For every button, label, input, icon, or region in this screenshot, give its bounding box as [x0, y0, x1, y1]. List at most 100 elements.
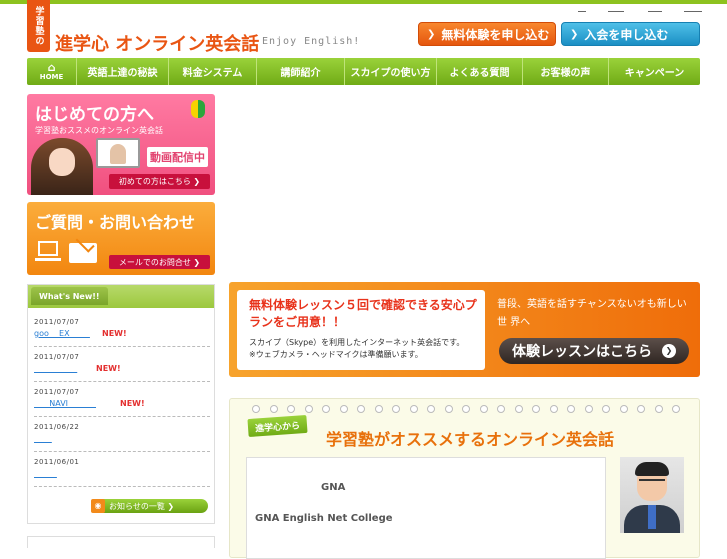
first-time-banner[interactable]: はじめての方へ 学習塾おススメのオンライン英会話 動画配信中 初めての方はこちら…: [27, 94, 215, 195]
trial-signup-label: 無料体験を申し込む: [441, 27, 550, 42]
top-accent-bar: [0, 0, 727, 4]
mini-link-3[interactable]: [648, 11, 662, 12]
news-item: 2011/06/01: [34, 456, 210, 487]
rss-icon[interactable]: ◉: [91, 499, 105, 513]
trial-description: スカイプ（Skype）を利用したインターネット英会話です。 ※ウェブカメラ・ヘッ…: [249, 337, 464, 361]
ring-hole: [392, 405, 400, 413]
news-date: 2011/07/07: [34, 388, 80, 396]
whats-new-heading: What's New!!: [31, 287, 108, 305]
recommend-section: 進学心から 学習塾がオススメするオンライン英会話 GNA GNA English…: [229, 398, 700, 559]
mini-link-1[interactable]: [578, 11, 586, 12]
first-time-button-label: 初めての方はこちら: [118, 177, 191, 186]
recommend-gna-label: GNA: [321, 482, 346, 493]
nav-item-campaign[interactable]: キャンペーン: [609, 58, 700, 85]
news-date: 2011/07/07: [34, 318, 80, 326]
ring-hole: [549, 405, 558, 413]
main-nav: ⌂ HOME 英語上達の秘訣 料金システム 講師紹介 スカイプの使い方 よくある…: [27, 58, 700, 85]
ring-hole: [479, 405, 488, 413]
trial-lesson-button-label: 体験レッスンはこちら: [512, 344, 652, 360]
mini-link-2[interactable]: [608, 11, 624, 12]
ring-hole: [444, 405, 453, 413]
nav-item-voices[interactable]: お客様の声: [523, 58, 609, 85]
student-illustration: [31, 138, 93, 195]
whats-new-header: What's New!!: [28, 285, 214, 308]
whats-new-box: What's New!! 2011/07/07 goo EX NEW! 2011…: [27, 284, 215, 524]
ring-hole: [269, 405, 278, 413]
nav-home[interactable]: ⌂ HOME: [27, 58, 77, 85]
ring-hole: [462, 405, 470, 413]
join-signup-label: 入会を申し込む: [584, 27, 669, 42]
ring-hole: [322, 405, 330, 413]
ring-hole: [374, 405, 383, 413]
ring-hole: [497, 405, 505, 413]
trial-desc-line: ※ウェブカメラ・ヘッドマイクは準備願います。: [249, 350, 423, 359]
nav-item-secret[interactable]: 英語上達の秘訣: [77, 58, 169, 85]
recommend-badge: 進学心から: [247, 414, 308, 438]
ring-hole: [654, 405, 663, 413]
mail-icon: [69, 243, 97, 263]
nav-item-skype[interactable]: スカイプの使い方: [345, 58, 437, 85]
trial-lesson-button[interactable]: 体験レッスンはこちら ❯: [499, 338, 689, 364]
chevron-right-icon: ❯: [662, 344, 676, 358]
ring-hole: [602, 405, 610, 413]
site-tagline: Enjoy English!: [262, 36, 361, 47]
trial-lesson-banner[interactable]: 無料体験レッスン５回で確認できる安心プランをご用意！！ スカイプ（Skype）を…: [229, 282, 700, 377]
news-link[interactable]: [34, 434, 52, 443]
header-mini-links: [578, 11, 702, 15]
laptop-icon: [35, 241, 61, 263]
trial-info-card: 無料体験レッスン５回で確認できる安心プランをご用意！！ スカイプ（Skype）を…: [237, 290, 485, 370]
news-link[interactable]: [34, 364, 77, 373]
teacher-photo: [620, 457, 684, 533]
nav-item-faq[interactable]: よくある質問: [437, 58, 523, 85]
computer-icon: [96, 138, 140, 168]
recommend-title: 学習塾がオススメするオンライン英会話: [326, 430, 615, 449]
contact-title: ご質問・お問い合わせ: [35, 213, 196, 232]
ring-hole: [252, 405, 260, 413]
ring-hole: [427, 405, 435, 413]
logo-badge[interactable]: 学習塾の: [27, 0, 50, 52]
news-item: 2011/07/07 NAVI NEW!: [34, 386, 210, 417]
chevron-right-icon: ❯: [193, 177, 201, 186]
home-icon: ⌂: [47, 61, 56, 74]
join-signup-button[interactable]: ❯ 入会を申し込む: [561, 22, 700, 46]
first-time-subtitle: 学習塾おススメのオンライン英会話: [35, 126, 163, 135]
chevron-right-icon: ❯: [427, 28, 436, 40]
ring-hole: [357, 405, 365, 413]
contact-email-button[interactable]: メールでのお問合せ ❯: [109, 255, 210, 269]
new-badge: NEW!: [96, 364, 121, 373]
new-badge: NEW!: [120, 399, 145, 408]
chevron-right-icon: ❯: [193, 257, 201, 267]
news-list-label: お知らせの一覧: [109, 501, 165, 511]
ring-hole: [409, 405, 418, 413]
nav-item-teachers[interactable]: 講師紹介: [257, 58, 345, 85]
mini-link-4[interactable]: [684, 11, 702, 12]
ring-hole: [532, 405, 540, 413]
news-link[interactable]: NAVI: [34, 399, 96, 408]
ring-hole: [304, 405, 313, 413]
video-badge: 動画配信中: [147, 147, 208, 167]
ring-hole: [339, 405, 348, 413]
news-link[interactable]: [34, 469, 57, 478]
news-list-button[interactable]: お知らせの一覧 ❯: [91, 499, 208, 513]
first-time-button[interactable]: 初めての方はこちら ❯: [109, 174, 210, 189]
trial-headline: 無料体験レッスン５回で確認できる安心プランをご用意！！: [249, 298, 477, 329]
ring-hole: [514, 405, 523, 413]
ring-hole: [584, 405, 593, 413]
recommend-card: GNA GNA English Net College: [246, 457, 606, 559]
ring-hole: [672, 405, 680, 413]
news-date: 2011/06/01: [34, 458, 80, 466]
recommend-college-label: GNA English Net College: [255, 513, 393, 524]
news-date: 2011/06/22: [34, 423, 80, 431]
news-link[interactable]: goo EX: [34, 329, 90, 338]
logo-badge-text: 学習塾の: [33, 6, 44, 46]
contact-banner[interactable]: ご質問・お問い合わせ メールでのお問合せ ❯: [27, 202, 215, 275]
ring-hole: [619, 405, 628, 413]
trial-signup-button[interactable]: ❯ 無料体験を申し込む: [418, 22, 556, 46]
nav-home-label: HOME: [39, 73, 64, 81]
ring-hole: [637, 405, 645, 413]
new-badge: NEW!: [102, 329, 127, 338]
site-title[interactable]: 進学心 オンライン英会話: [55, 30, 259, 56]
nav-item-pricing[interactable]: 料金システム: [169, 58, 257, 85]
news-item: 2011/07/07 NEW!: [34, 351, 210, 382]
sidebar-next-box: [27, 536, 215, 548]
